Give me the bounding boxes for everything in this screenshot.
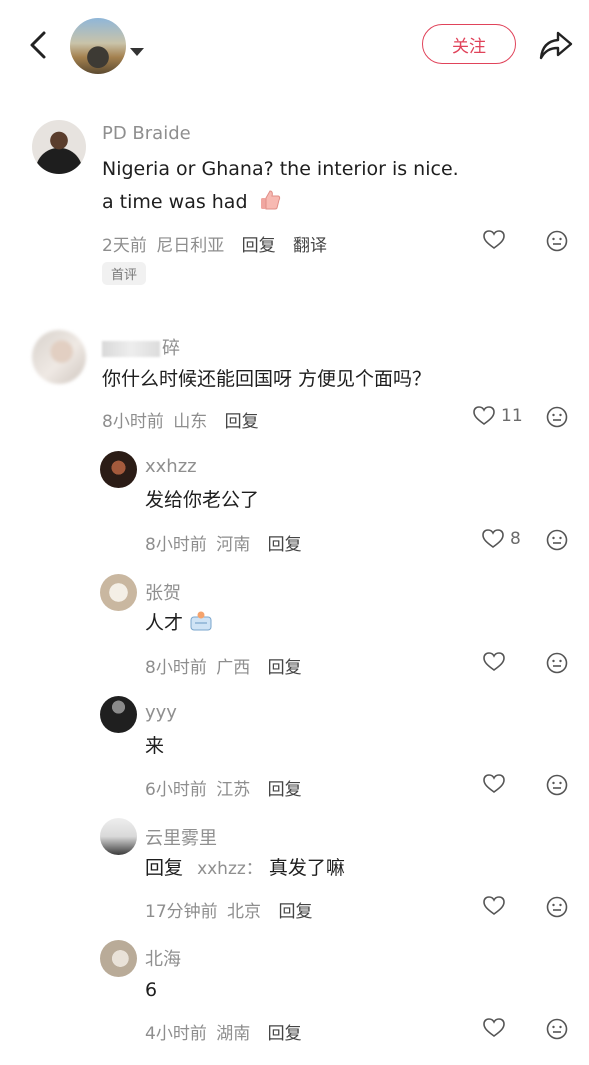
reply-prefix: 回复 <box>145 857 184 879</box>
comment-meta: 8小时前 广西 回复 <box>145 653 302 678</box>
emoji-react-icon[interactable] <box>546 406 568 428</box>
emoji-react-icon[interactable] <box>546 529 568 551</box>
heart-icon <box>483 896 505 915</box>
like-button[interactable] <box>483 774 511 794</box>
comment-time: 4小时前 <box>145 1024 207 1044</box>
comment-text-line: Nigeria or Ghana? the interior is nice. <box>102 158 459 180</box>
comment-location: 山东 <box>173 412 208 432</box>
heart-icon <box>482 529 504 548</box>
comment-meta: 8小时前 山东 回复 <box>102 407 259 432</box>
reply-button[interactable]: 回复 <box>278 902 312 922</box>
comment-text: 人才 <box>145 607 213 640</box>
follow-button[interactable]: 关注 <box>422 24 516 64</box>
comment-location: 尼日利亚 <box>156 236 225 256</box>
avatar[interactable] <box>100 574 137 611</box>
author-avatar[interactable] <box>70 18 126 74</box>
comment-author[interactable]: 张贺 <box>145 579 181 605</box>
comment-text: Nigeria or Ghana? the interior is nice. … <box>102 153 459 219</box>
talent-sticker-icon <box>190 611 212 631</box>
comment-time: 8小时前 <box>145 658 207 678</box>
comment-time: 6小时前 <box>145 780 207 800</box>
caret-down-icon[interactable] <box>130 48 144 56</box>
like-button[interactable] <box>483 896 511 916</box>
comment-location: 江苏 <box>216 780 251 800</box>
comment-author[interactable]: 云里雾里 <box>145 824 217 850</box>
reply-button[interactable]: 回复 <box>225 412 259 432</box>
emoji-react-icon[interactable] <box>546 896 568 918</box>
avatar[interactable] <box>100 818 137 855</box>
emoji-react-icon[interactable] <box>546 1018 568 1040</box>
emoji-react-icon[interactable] <box>546 652 568 674</box>
comment-text: 回复 xxhzz： 真发了嘛 <box>145 857 345 879</box>
comment-author[interactable]: 北海 <box>145 945 181 971</box>
heart-icon <box>483 1018 505 1037</box>
like-button[interactable] <box>483 652 511 672</box>
comment-meta: 4小时前 湖南 回复 <box>145 1019 302 1044</box>
comment-text: 你什么时候还能回国呀 方便见个面吗？ <box>102 368 432 390</box>
comment-time: 8小时前 <box>145 535 207 555</box>
reply-target-name[interactable]: xxhzz： <box>197 859 263 879</box>
comment-text: 6 <box>145 979 158 1001</box>
reply-button[interactable]: 回复 <box>268 780 302 800</box>
like-count: 11 <box>501 406 523 426</box>
comment-time: 8小时前 <box>102 412 164 432</box>
heart-icon <box>473 406 495 425</box>
comment-location: 广西 <box>216 658 251 678</box>
comment-meta: 2天前 尼日利亚 回复 翻译 <box>102 231 327 256</box>
avatar[interactable] <box>100 940 137 977</box>
comment-text-line: a time was had <box>102 191 248 213</box>
avatar[interactable] <box>100 696 137 733</box>
comment-time: 2天前 <box>102 236 147 256</box>
top-bar: 关注 <box>0 0 589 92</box>
first-comment-badge: 首评 <box>102 262 147 285</box>
like-button[interactable] <box>483 230 511 250</box>
thumbs-up-emoji-icon <box>260 190 280 210</box>
share-icon[interactable] <box>538 28 574 62</box>
comment-author[interactable]: xxhzz <box>145 456 197 477</box>
reply-button[interactable]: 回复 <box>268 1024 302 1044</box>
translate-button[interactable]: 翻译 <box>293 236 327 256</box>
heart-icon <box>483 230 505 249</box>
reply-button[interactable]: 回复 <box>268 535 302 555</box>
comment-location: 湖南 <box>216 1024 251 1044</box>
comment-location: 河南 <box>216 535 251 555</box>
like-count: 8 <box>510 529 521 549</box>
reply-button[interactable]: 回复 <box>268 658 302 678</box>
like-button[interactable] <box>483 1018 511 1038</box>
comment-meta: 8小时前 河南 回复 <box>145 530 302 555</box>
comment-author[interactable]: 碎 <box>102 334 180 360</box>
emoji-react-icon[interactable] <box>546 230 568 252</box>
like-button[interactable]: 8 <box>482 529 521 549</box>
comment-author[interactable]: yyy <box>145 702 177 723</box>
heart-icon <box>483 652 505 671</box>
comment-text: 来 <box>145 735 165 757</box>
reply-button[interactable]: 回复 <box>242 236 276 256</box>
comment-meta: 17分钟前 北京 回复 <box>145 897 312 922</box>
blurred-name <box>102 341 160 357</box>
avatar[interactable] <box>32 330 86 384</box>
heart-icon <box>483 774 505 793</box>
comment-time: 17分钟前 <box>145 902 218 922</box>
avatar[interactable] <box>100 451 137 488</box>
comment-text: 发给你老公了 <box>145 489 260 511</box>
emoji-react-icon[interactable] <box>546 774 568 796</box>
like-button[interactable]: 11 <box>473 406 523 426</box>
comment-meta: 6小时前 江苏 回复 <box>145 775 302 800</box>
back-icon[interactable] <box>24 28 54 62</box>
comment-location: 北京 <box>227 902 262 922</box>
comment-author[interactable]: PD Braide <box>102 123 191 144</box>
avatar[interactable] <box>32 120 86 174</box>
